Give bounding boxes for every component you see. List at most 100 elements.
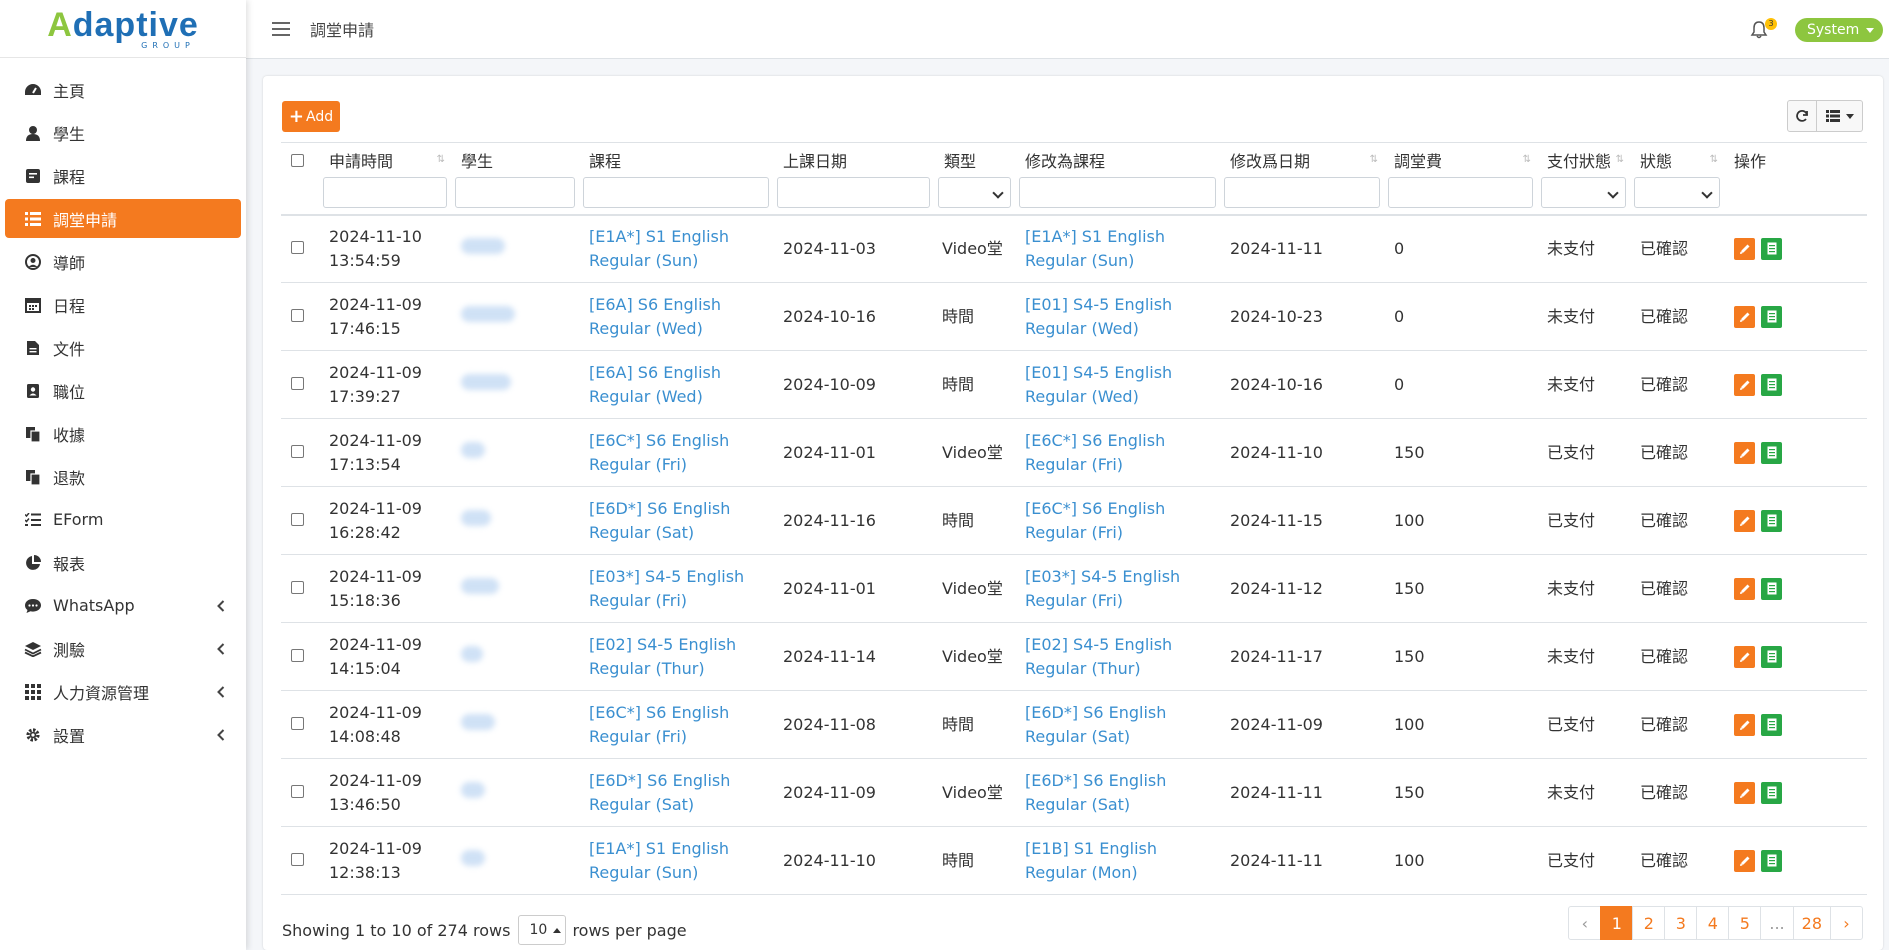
page-number[interactable]: 28 xyxy=(1792,906,1831,940)
sidebar-item[interactable]: 測驗 xyxy=(5,629,241,668)
new-course-link[interactable]: [E1A*] S1 English Regular (Sun) xyxy=(1015,214,1220,283)
filter-input[interactable] xyxy=(777,177,930,208)
row-checkbox[interactable] xyxy=(291,240,304,254)
student-cell[interactable] xyxy=(451,622,579,691)
student-cell[interactable] xyxy=(451,826,579,895)
col-header[interactable]: 支付狀態 ⇅ xyxy=(1537,142,1630,216)
table-row[interactable]: 2024-11-10 13:54:59 [E1A*] S1 English Regu… xyxy=(281,214,1867,283)
edit-pencil-icon[interactable] xyxy=(1734,509,1755,532)
student-cell[interactable] xyxy=(451,350,579,419)
course-link[interactable]: [E6D*] S6 English Regular (Sat) xyxy=(579,486,773,555)
filter-select[interactable] xyxy=(1634,177,1720,208)
course-link[interactable]: [E03*] S4-5 English Regular (Fri) xyxy=(579,554,773,623)
logo[interactable]: Adaptive GROUP xyxy=(0,0,246,58)
student-cell[interactable] xyxy=(451,554,579,623)
edit-pencil-icon[interactable] xyxy=(1734,373,1755,396)
edit-pencil-icon[interactable] xyxy=(1734,305,1755,328)
document-icon[interactable] xyxy=(1761,237,1782,260)
edit-pencil-icon[interactable] xyxy=(1734,713,1755,736)
course-link[interactable]: [E6A] S6 English Regular (Wed) xyxy=(579,282,773,351)
row-checkbox[interactable] xyxy=(291,580,304,594)
sidebar-item[interactable]: 調堂申請 xyxy=(5,199,241,238)
sidebar-item[interactable]: 導師 xyxy=(5,242,241,281)
filter-input[interactable] xyxy=(455,177,575,208)
sidebar-item[interactable]: 文件 xyxy=(5,328,241,367)
filter-input[interactable] xyxy=(1224,177,1380,208)
student-cell[interactable] xyxy=(451,418,579,487)
student-cell[interactable] xyxy=(451,214,579,283)
col-header[interactable]: 修改為課程 xyxy=(1015,142,1220,216)
course-link[interactable]: [E1A*] S1 English Regular (Sun) xyxy=(579,826,773,895)
row-checkbox[interactable] xyxy=(291,444,304,458)
sidebar-item[interactable]: 課程 xyxy=(5,156,241,195)
row-checkbox[interactable] xyxy=(291,376,304,390)
new-course-link[interactable]: [E01] S4-5 English Regular (Wed) xyxy=(1015,282,1220,351)
row-checkbox[interactable] xyxy=(291,852,304,866)
page-number[interactable]: 3 xyxy=(1664,906,1698,940)
col-header[interactable]: 狀態 ⇅ xyxy=(1630,142,1724,216)
new-course-link[interactable]: [E6D*] S6 English Regular (Sat) xyxy=(1015,758,1220,827)
sidebar-item[interactable]: 學生 xyxy=(5,113,241,152)
row-checkbox[interactable] xyxy=(291,512,304,526)
col-header[interactable]: 上課日期 xyxy=(773,142,934,216)
document-icon[interactable] xyxy=(1761,849,1782,872)
select-all-checkbox[interactable] xyxy=(291,153,304,167)
table-row[interactable]: 2024-11-09 14:08:48 [E6C*] S6 English Regu… xyxy=(281,690,1867,759)
course-link[interactable]: [E1A*] S1 English Regular (Sun) xyxy=(579,214,773,283)
edit-pencil-icon[interactable] xyxy=(1734,237,1755,260)
page-number[interactable]: ... xyxy=(1760,906,1794,940)
edit-pencil-icon[interactable] xyxy=(1734,849,1755,872)
new-course-link[interactable]: [E01] S4-5 English Regular (Wed) xyxy=(1015,350,1220,419)
course-link[interactable]: [E6A] S6 English Regular (Wed) xyxy=(579,350,773,419)
student-cell[interactable] xyxy=(451,758,579,827)
course-link[interactable]: [E6C*] S6 English Regular (Fri) xyxy=(579,418,773,487)
user-menu-button[interactable]: System xyxy=(1795,18,1883,42)
new-course-link[interactable]: [E6C*] S6 English Regular (Fri) xyxy=(1015,486,1220,555)
sidebar-item[interactable]: 退款 xyxy=(5,457,241,496)
table-row[interactable]: 2024-11-09 12:38:13 [E1A*] S1 English Regu… xyxy=(281,826,1867,895)
page-size-select[interactable]: 10 xyxy=(518,915,567,945)
sidebar-item[interactable]: 設置 xyxy=(5,715,241,754)
document-icon[interactable] xyxy=(1761,713,1782,736)
filter-input[interactable] xyxy=(1019,177,1216,208)
filter-input[interactable] xyxy=(583,177,769,208)
new-course-link[interactable]: [E03*] S4-5 English Regular (Fri) xyxy=(1015,554,1220,623)
course-link[interactable]: [E6D*] S6 English Regular (Sat) xyxy=(579,758,773,827)
new-course-link[interactable]: [E6D*] S6 English Regular (Sat) xyxy=(1015,690,1220,759)
page-number[interactable]: 1 xyxy=(1600,906,1634,940)
table-row[interactable]: 2024-11-09 15:18:36 [E03*] S4-5 English Re… xyxy=(281,554,1867,623)
page-number[interactable]: 2 xyxy=(1632,906,1666,940)
new-course-link[interactable]: [E02] S4-5 English Regular (Thur) xyxy=(1015,622,1220,691)
page-prev-button[interactable]: ‹ xyxy=(1568,906,1602,940)
filter-select[interactable] xyxy=(938,177,1011,208)
course-link[interactable]: [E02] S4-5 English Regular (Thur) xyxy=(579,622,773,691)
row-checkbox[interactable] xyxy=(291,308,304,322)
add-button[interactable]: + Add xyxy=(282,101,340,132)
sidebar-item[interactable]: 報表 xyxy=(5,543,241,582)
filter-input[interactable] xyxy=(1388,177,1533,208)
table-row[interactable]: 2024-11-09 14:15:04 [E02] S4-5 English Reg… xyxy=(281,622,1867,691)
col-header[interactable]: 調堂費 ⇅ xyxy=(1384,142,1537,216)
page-number[interactable]: 4 xyxy=(1696,906,1730,940)
sidebar-item[interactable]: 收據 xyxy=(5,414,241,453)
document-icon[interactable] xyxy=(1761,373,1782,396)
sidebar-item[interactable]: EForm xyxy=(5,500,241,539)
document-icon[interactable] xyxy=(1761,509,1782,532)
sidebar-item[interactable]: 職位 xyxy=(5,371,241,410)
sidebar-item[interactable]: WhatsApp xyxy=(5,586,241,625)
row-checkbox[interactable] xyxy=(291,784,304,798)
row-checkbox[interactable] xyxy=(291,648,304,662)
document-icon[interactable] xyxy=(1761,645,1782,668)
table-row[interactable]: 2024-11-09 17:13:54 [E6C*] S6 English Regu… xyxy=(281,418,1867,487)
student-cell[interactable] xyxy=(451,690,579,759)
document-icon[interactable] xyxy=(1761,441,1782,464)
table-row[interactable]: 2024-11-09 13:46:50 [E6D*] S6 English Regu… xyxy=(281,758,1867,827)
page-next-button[interactable]: › xyxy=(1830,906,1863,940)
edit-pencil-icon[interactable] xyxy=(1734,645,1755,668)
hamburger-menu-icon[interactable] xyxy=(272,22,290,36)
col-header[interactable]: 修改爲日期 ⇅ xyxy=(1220,142,1384,216)
refresh-button[interactable] xyxy=(1787,100,1817,132)
table-row[interactable]: 2024-11-09 17:46:15 [E6A] S6 English Regul… xyxy=(281,282,1867,351)
filter-select[interactable] xyxy=(1541,177,1626,208)
edit-pencil-icon[interactable] xyxy=(1734,781,1755,804)
